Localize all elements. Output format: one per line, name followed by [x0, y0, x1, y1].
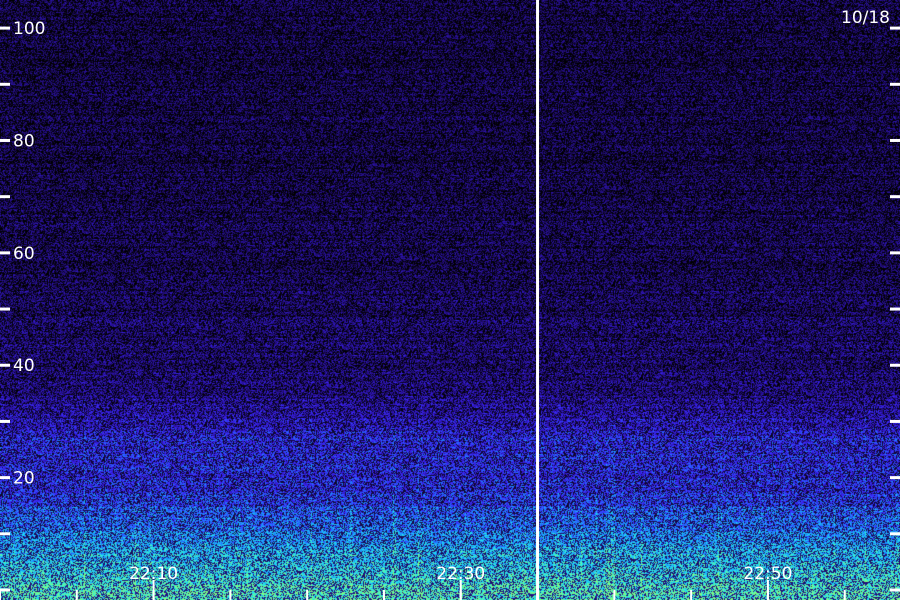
- x-tick-label: 22:10: [129, 564, 178, 584]
- label-layer: 20 40 60 80 100 22:10 22:30 22:50: [13, 19, 792, 584]
- spectrogram-chart: 20 40 60 80 100 22:10 22:30 22:50 10/18: [0, 0, 900, 600]
- x-tick-label: 22:50: [743, 564, 792, 584]
- y-tick-label: 80: [13, 131, 35, 151]
- y-tick-label: 60: [13, 244, 35, 264]
- tick-layer: [0, 26, 900, 600]
- y-tick-label: 100: [13, 19, 45, 39]
- x-tick-label: 22:30: [436, 564, 485, 584]
- date-label: 10/18: [841, 8, 890, 28]
- y-tick-label: 20: [13, 469, 35, 489]
- y-tick-label: 40: [13, 356, 35, 376]
- chart-overlay: 20 40 60 80 100 22:10 22:30 22:50 10/18: [0, 0, 900, 600]
